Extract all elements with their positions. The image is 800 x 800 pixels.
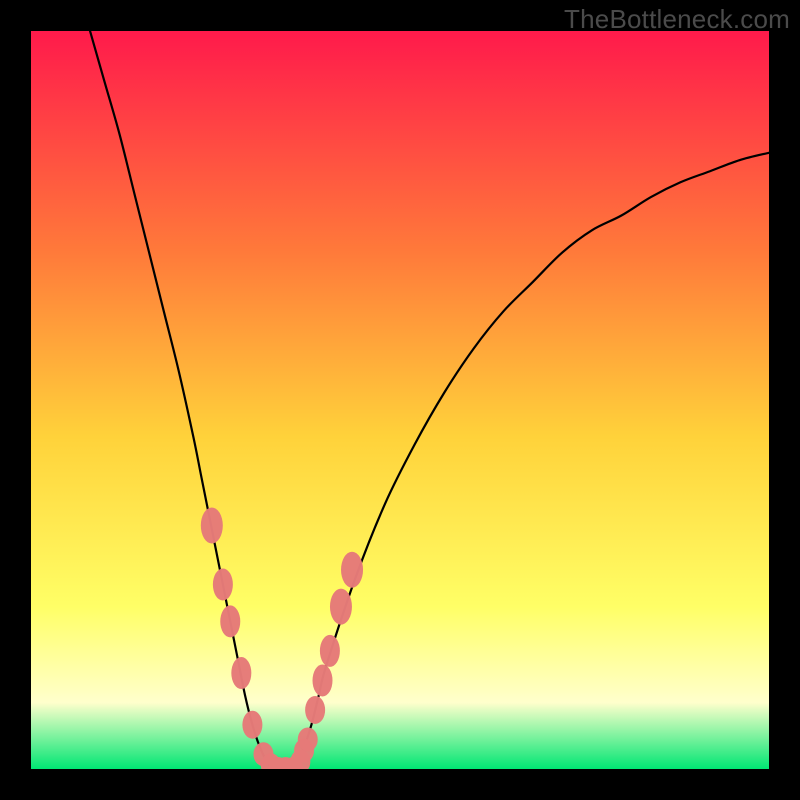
watermark-text: TheBottleneck.com — [564, 4, 790, 35]
curve-marker — [330, 589, 352, 625]
plot-area — [31, 31, 769, 769]
curve-marker — [201, 507, 223, 543]
curve-marker — [313, 664, 333, 696]
curve-marker — [242, 711, 262, 739]
curve-marker — [231, 657, 251, 689]
gradient-background — [31, 31, 769, 769]
curve-marker — [341, 552, 363, 588]
curve-marker — [320, 635, 340, 667]
curve-marker — [213, 569, 233, 601]
curve-marker — [305, 696, 325, 724]
chart-frame: TheBottleneck.com — [0, 0, 800, 800]
chart-svg — [31, 31, 769, 769]
curve-marker — [220, 605, 240, 637]
curve-marker — [298, 727, 318, 751]
